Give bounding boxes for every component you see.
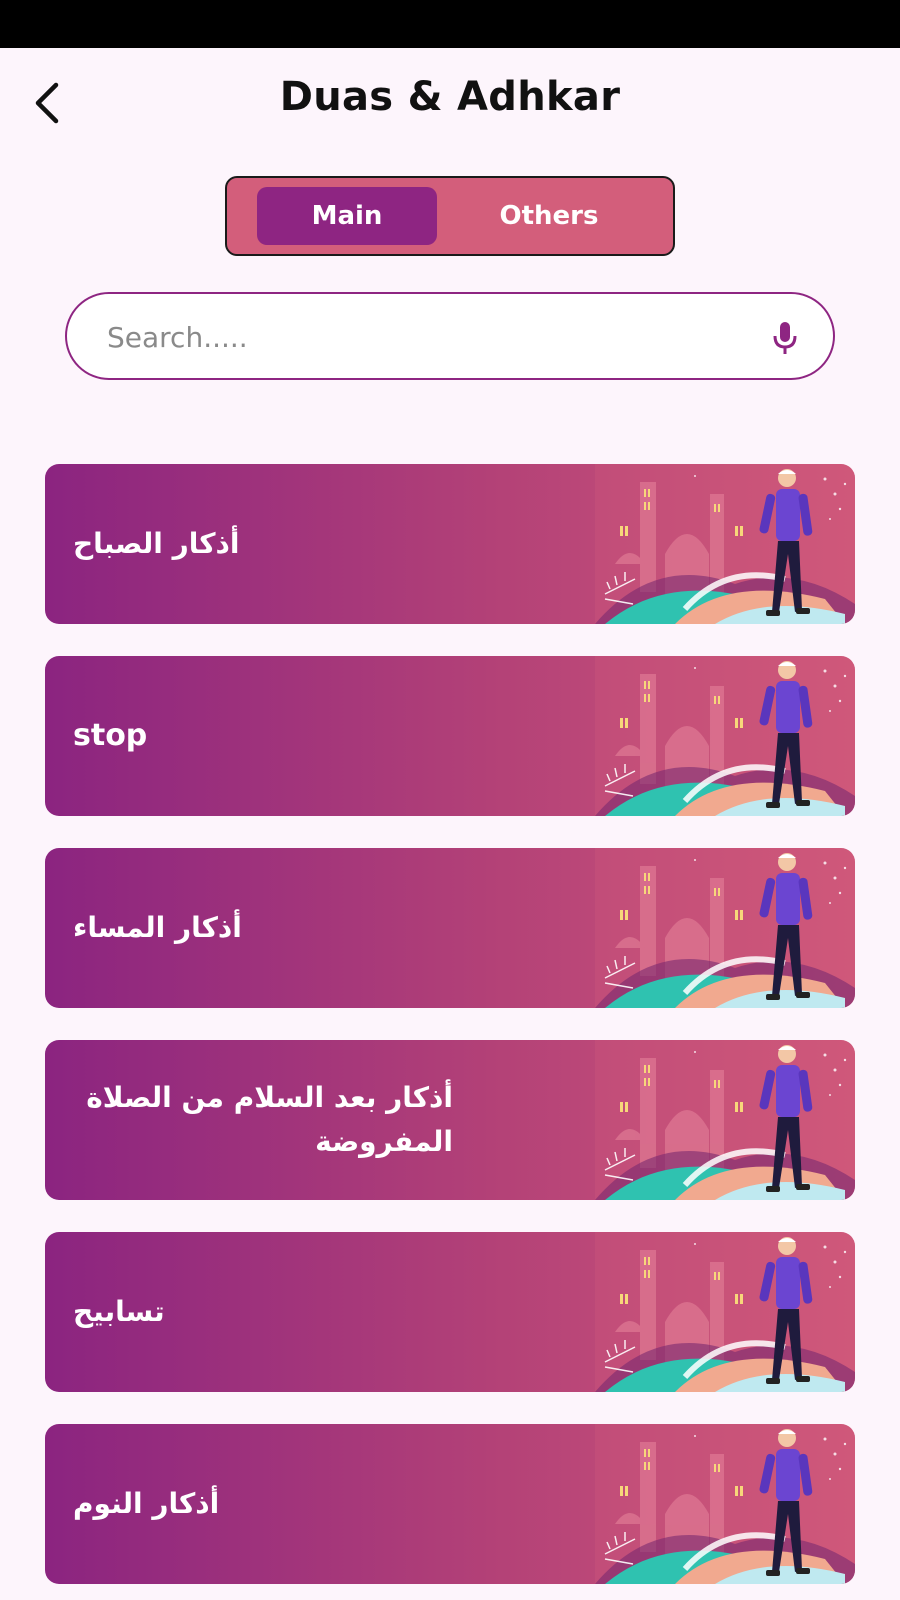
list-item[interactable]: تسابيح [45, 1232, 855, 1392]
list-item[interactable]: أذكار الصباح [45, 464, 855, 624]
microphone-icon [773, 322, 797, 354]
status-bar [0, 0, 900, 48]
header: Duas & Adhkar [0, 48, 900, 163]
list-item[interactable]: أذكار بعد السلام من الصلاة المفروضة [45, 1040, 855, 1200]
list-item-label: أذكار النوم [73, 1487, 220, 1520]
walking-man-illustration [595, 848, 855, 1008]
list-item[interactable]: stop [45, 656, 855, 816]
tab-switcher: Main Others [225, 176, 675, 256]
walking-man-illustration [595, 656, 855, 816]
page-title: Duas & Adhkar [279, 74, 621, 120]
list-item-label: أذكار المساء [73, 911, 242, 944]
tab-others[interactable]: Others [449, 187, 649, 245]
voice-search-button[interactable] [767, 318, 803, 358]
list-item[interactable]: أذكار النوم [45, 1424, 855, 1584]
search-input[interactable] [107, 314, 727, 360]
list-item[interactable]: أذكار المساء [45, 848, 855, 1008]
tab-main[interactable]: Main [257, 187, 437, 245]
list-item-label: stop [73, 718, 148, 753]
walking-man-illustration [595, 1232, 855, 1392]
list-item-label: أذكار بعد السلام من الصلاة المفروضة [86, 1081, 453, 1158]
walking-man-illustration [595, 1424, 855, 1584]
adhkar-list: أذكار الصباح stop أذكار المساء أذكار بعد… [45, 464, 855, 1600]
walking-man-illustration [595, 464, 855, 624]
list-item-label: أذكار الصباح [73, 527, 240, 560]
list-item-label: تسابيح [73, 1295, 165, 1328]
search-bar [65, 292, 835, 380]
walking-man-illustration [595, 1040, 855, 1200]
